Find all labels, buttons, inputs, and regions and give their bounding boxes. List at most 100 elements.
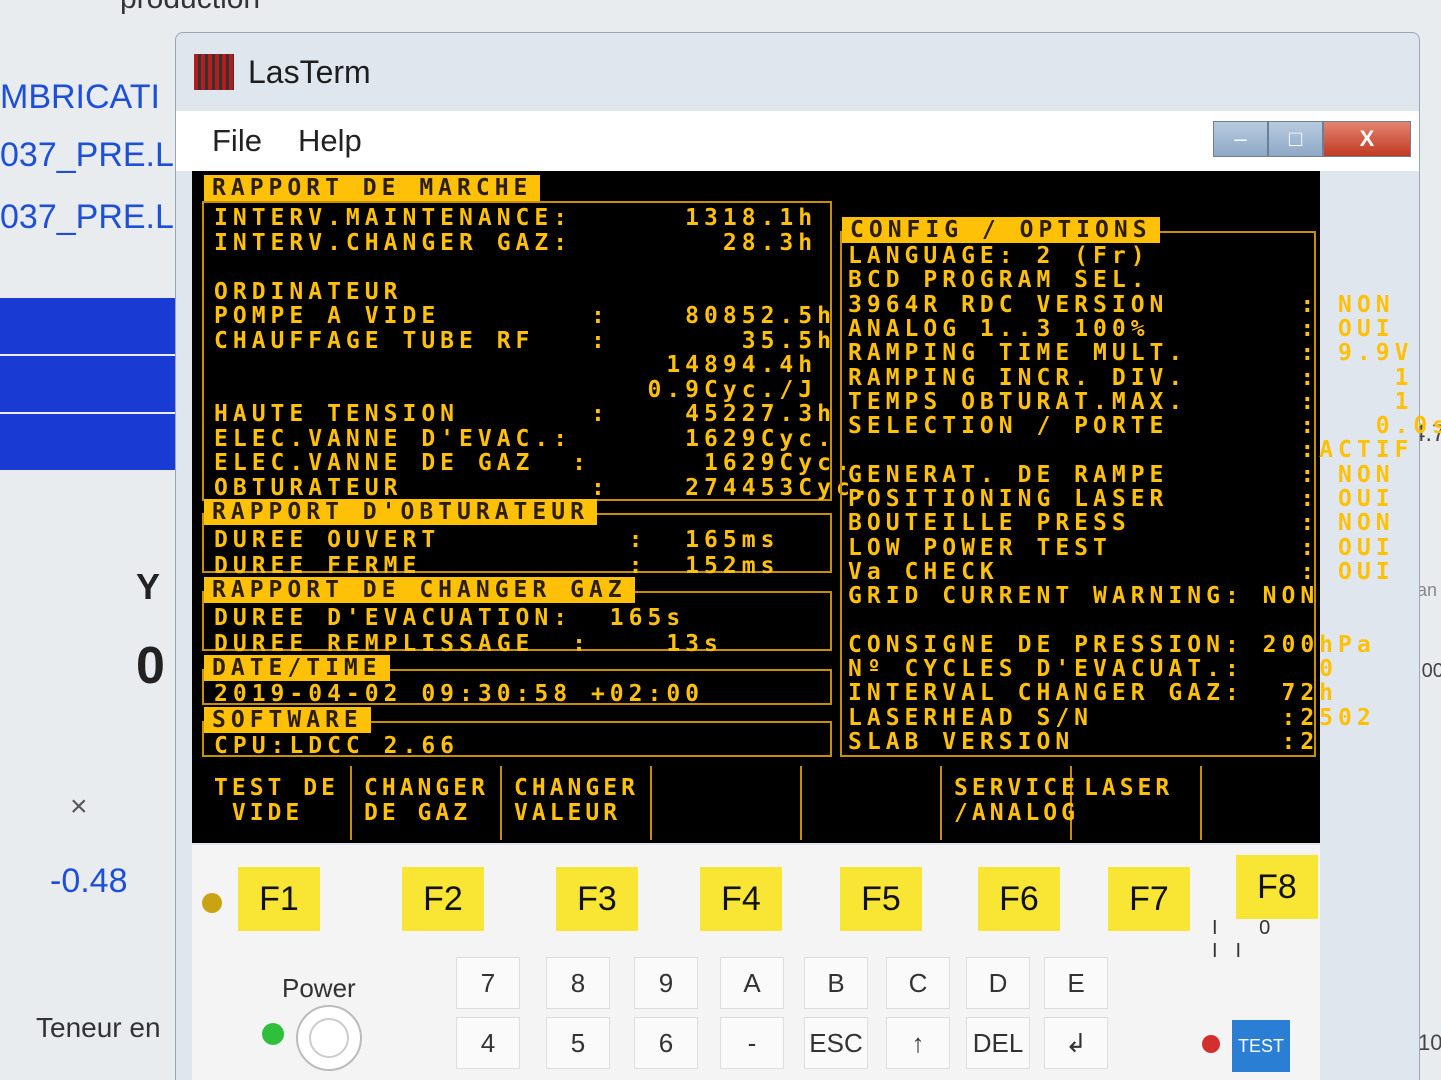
keypad-key[interactable]: A bbox=[720, 957, 784, 1009]
maximize-button[interactable]: □ bbox=[1268, 121, 1323, 157]
minimize-button[interactable]: – bbox=[1213, 121, 1268, 157]
rapport-gaz-line: DUREE REMPLISSAGE : 13s bbox=[214, 631, 723, 657]
software-header: SOFTWARE bbox=[204, 707, 371, 733]
f4-key[interactable]: F4 bbox=[700, 867, 782, 931]
background-value: -0.48 bbox=[50, 862, 128, 900]
rapport-marche-line: INTERV.CHANGER GAZ: 28.3h bbox=[214, 229, 818, 256]
f8-key[interactable]: F8 bbox=[1236, 855, 1318, 919]
keypad-key[interactable]: B bbox=[804, 957, 868, 1009]
config-line: LASERHEAD S/N :2502 bbox=[848, 704, 1376, 731]
config-line: Nº CYCLES D'EVACUAT.: 0 bbox=[848, 656, 1339, 683]
config-header: CONFIG / OPTIONS bbox=[842, 217, 1160, 243]
power-led bbox=[262, 1023, 284, 1045]
f6-key[interactable]: F6 bbox=[978, 867, 1060, 931]
lasterm-window: LasTerm – □ X File Help RAPPORT DE MARCH… bbox=[175, 32, 1441, 1080]
test-led bbox=[1202, 1035, 1220, 1053]
rapport-marche-line: 0.9Cyc./J bbox=[214, 376, 818, 403]
background-bar bbox=[0, 356, 175, 412]
keypad-key[interactable]: D bbox=[966, 957, 1030, 1009]
close-button[interactable]: X bbox=[1323, 121, 1411, 157]
status-led bbox=[202, 893, 222, 913]
rapport-obturateur-line: DUREE FERME : 152ms bbox=[214, 553, 780, 579]
keypad-key[interactable]: DEL bbox=[966, 1017, 1030, 1069]
background-bar bbox=[0, 414, 175, 470]
config-line: BOUTEILLE PRESS : NON bbox=[848, 510, 1395, 537]
config-line: RAMPING INCR. DIV. : 1 bbox=[848, 364, 1414, 391]
keypad-key[interactable]: ↲ bbox=[1044, 1017, 1108, 1069]
config-line: LANGUAGE: 2 (Fr) bbox=[848, 243, 1150, 269]
keypad-key[interactable]: C bbox=[886, 957, 950, 1009]
rapport-marche-line: OBTURATEUR : 274453Cyc. bbox=[214, 474, 874, 501]
rapport-marche-line: 14894.4h bbox=[214, 352, 818, 378]
keypad-key[interactable]: 9 bbox=[634, 957, 698, 1009]
f6-label-service-analog[interactable]: SERVICE /ANALOG bbox=[942, 766, 1075, 840]
config-line: SELECTION / PORTE : 0.0s bbox=[848, 413, 1441, 440]
power-label: Power bbox=[282, 973, 356, 1003]
rapport-marche-line: INTERV.MAINTENANCE: 1318.1h bbox=[214, 205, 818, 231]
f5-label[interactable] bbox=[802, 766, 942, 840]
background-link[interactable]: MBRICATI bbox=[0, 78, 160, 117]
background-link[interactable]: 037_PRE.L bbox=[0, 136, 174, 175]
window-title: LasTerm bbox=[248, 53, 371, 90]
datetime-header: DATE/TIME bbox=[204, 655, 390, 681]
menu-help[interactable]: Help bbox=[298, 123, 362, 159]
rapport-marche-line: ELEC.VANNE DE GAZ : 1629Cyc. bbox=[214, 450, 855, 476]
keypad-key[interactable]: ↑ bbox=[886, 1017, 950, 1069]
menu-file[interactable]: File bbox=[212, 123, 262, 159]
keypad-key[interactable]: 8 bbox=[546, 957, 610, 1009]
background-right-value: 10 bbox=[1418, 1030, 1441, 1055]
power-icon bbox=[309, 1018, 349, 1058]
terminal-screen: RAPPORT DE MARCHE INTERV.MAINTENANCE: 13… bbox=[192, 171, 1441, 843]
f1-key[interactable]: F1 bbox=[238, 867, 320, 931]
f1-label-test-de-vide[interactable]: TEST DE VIDE bbox=[202, 766, 352, 840]
keypad-key[interactable]: 6 bbox=[634, 1017, 698, 1069]
config-line: 3964R RDC VERSION : NON bbox=[848, 291, 1395, 318]
keypad: F1 F2 F3 F4 F5 F6 F7 F8 Power 789ABCDE 45… bbox=[192, 845, 1320, 1080]
keypad-key[interactable]: - bbox=[720, 1017, 784, 1069]
config-line: GRID CURRENT WARNING: NON bbox=[848, 583, 1320, 610]
rapport-marche-line: ELEC.VANNE D'EVAC.: 1629Cyc. bbox=[214, 425, 836, 452]
f2-key[interactable]: F2 bbox=[402, 867, 484, 931]
config-line: BCD PROGRAM SEL. bbox=[848, 267, 1150, 294]
background-teneur-label: Teneur en bbox=[36, 1012, 161, 1043]
f5-key[interactable]: F5 bbox=[840, 867, 922, 931]
background-bar bbox=[0, 298, 175, 354]
config-line: ANALOG 1..3 100% : OUI bbox=[848, 315, 1395, 342]
rapport-marche-line: CHAUFFAGE TUBE RF : 35.5h bbox=[214, 327, 836, 354]
mode-switch-label: I 0 II bbox=[1212, 917, 1289, 962]
config-line: INTERVAL CHANGER GAZ: 72h bbox=[848, 680, 1339, 707]
config-line: CONSIGNE DE PRESSION: 200hPa bbox=[848, 631, 1376, 658]
window-controls: – □ X bbox=[1213, 121, 1411, 157]
keypad-key[interactable]: E bbox=[1044, 957, 1108, 1009]
keypad-key[interactable]: ESC bbox=[804, 1017, 868, 1069]
f2-label-changer-de-gaz[interactable]: CHANGER DE GAZ bbox=[352, 766, 502, 840]
f7-label-laser[interactable]: LASER bbox=[1072, 766, 1202, 840]
f8-label[interactable] bbox=[1202, 766, 1318, 840]
rapport-obturateur-header: RAPPORT D'OBTURATEUR bbox=[204, 499, 597, 525]
lasterm-app-icon bbox=[194, 54, 234, 90]
config-line: LOW POWER TEST : OUI bbox=[848, 534, 1395, 561]
f7-key[interactable]: F7 bbox=[1108, 867, 1190, 931]
config-line: Va CHECK : OUI bbox=[848, 558, 1395, 585]
test-button[interactable]: TEST bbox=[1232, 1020, 1290, 1072]
power-button[interactable] bbox=[296, 1005, 362, 1071]
background-link[interactable]: 037_PRE.L bbox=[0, 198, 174, 237]
keypad-key[interactable]: 5 bbox=[546, 1017, 610, 1069]
f4-label[interactable] bbox=[652, 766, 802, 840]
rapport-marche-line: POMPE A VIDE : 80852.5h bbox=[214, 303, 836, 329]
keypad-key[interactable]: 7 bbox=[456, 957, 520, 1009]
config-line: GENERAT. DE RAMPE : NON bbox=[848, 461, 1395, 488]
f3-label-changer-valeur[interactable]: CHANGER VALEUR bbox=[502, 766, 652, 840]
rapport-marche-header: RAPPORT DE MARCHE bbox=[204, 175, 541, 201]
rapport-marche-line: HAUTE TENSION : 45227.3h bbox=[214, 401, 836, 427]
f3-key[interactable]: F3 bbox=[556, 867, 638, 931]
rapport-marche-line: ORDINATEUR bbox=[214, 278, 403, 305]
config-line: POSITIONING LASER : OUI bbox=[848, 486, 1395, 512]
background-value-zero: 0 bbox=[136, 637, 165, 695]
close-x-icon[interactable]: × bbox=[70, 790, 88, 824]
keypad-key[interactable]: 4 bbox=[456, 1017, 520, 1069]
rapport-gaz-header: RAPPORT DE CHANGER GAZ bbox=[204, 577, 635, 603]
config-line: :ACTIF bbox=[848, 437, 1414, 464]
software-value: CPU:LDCC 2.66 bbox=[214, 733, 460, 759]
title-bar[interactable]: LasTerm bbox=[176, 33, 1419, 111]
